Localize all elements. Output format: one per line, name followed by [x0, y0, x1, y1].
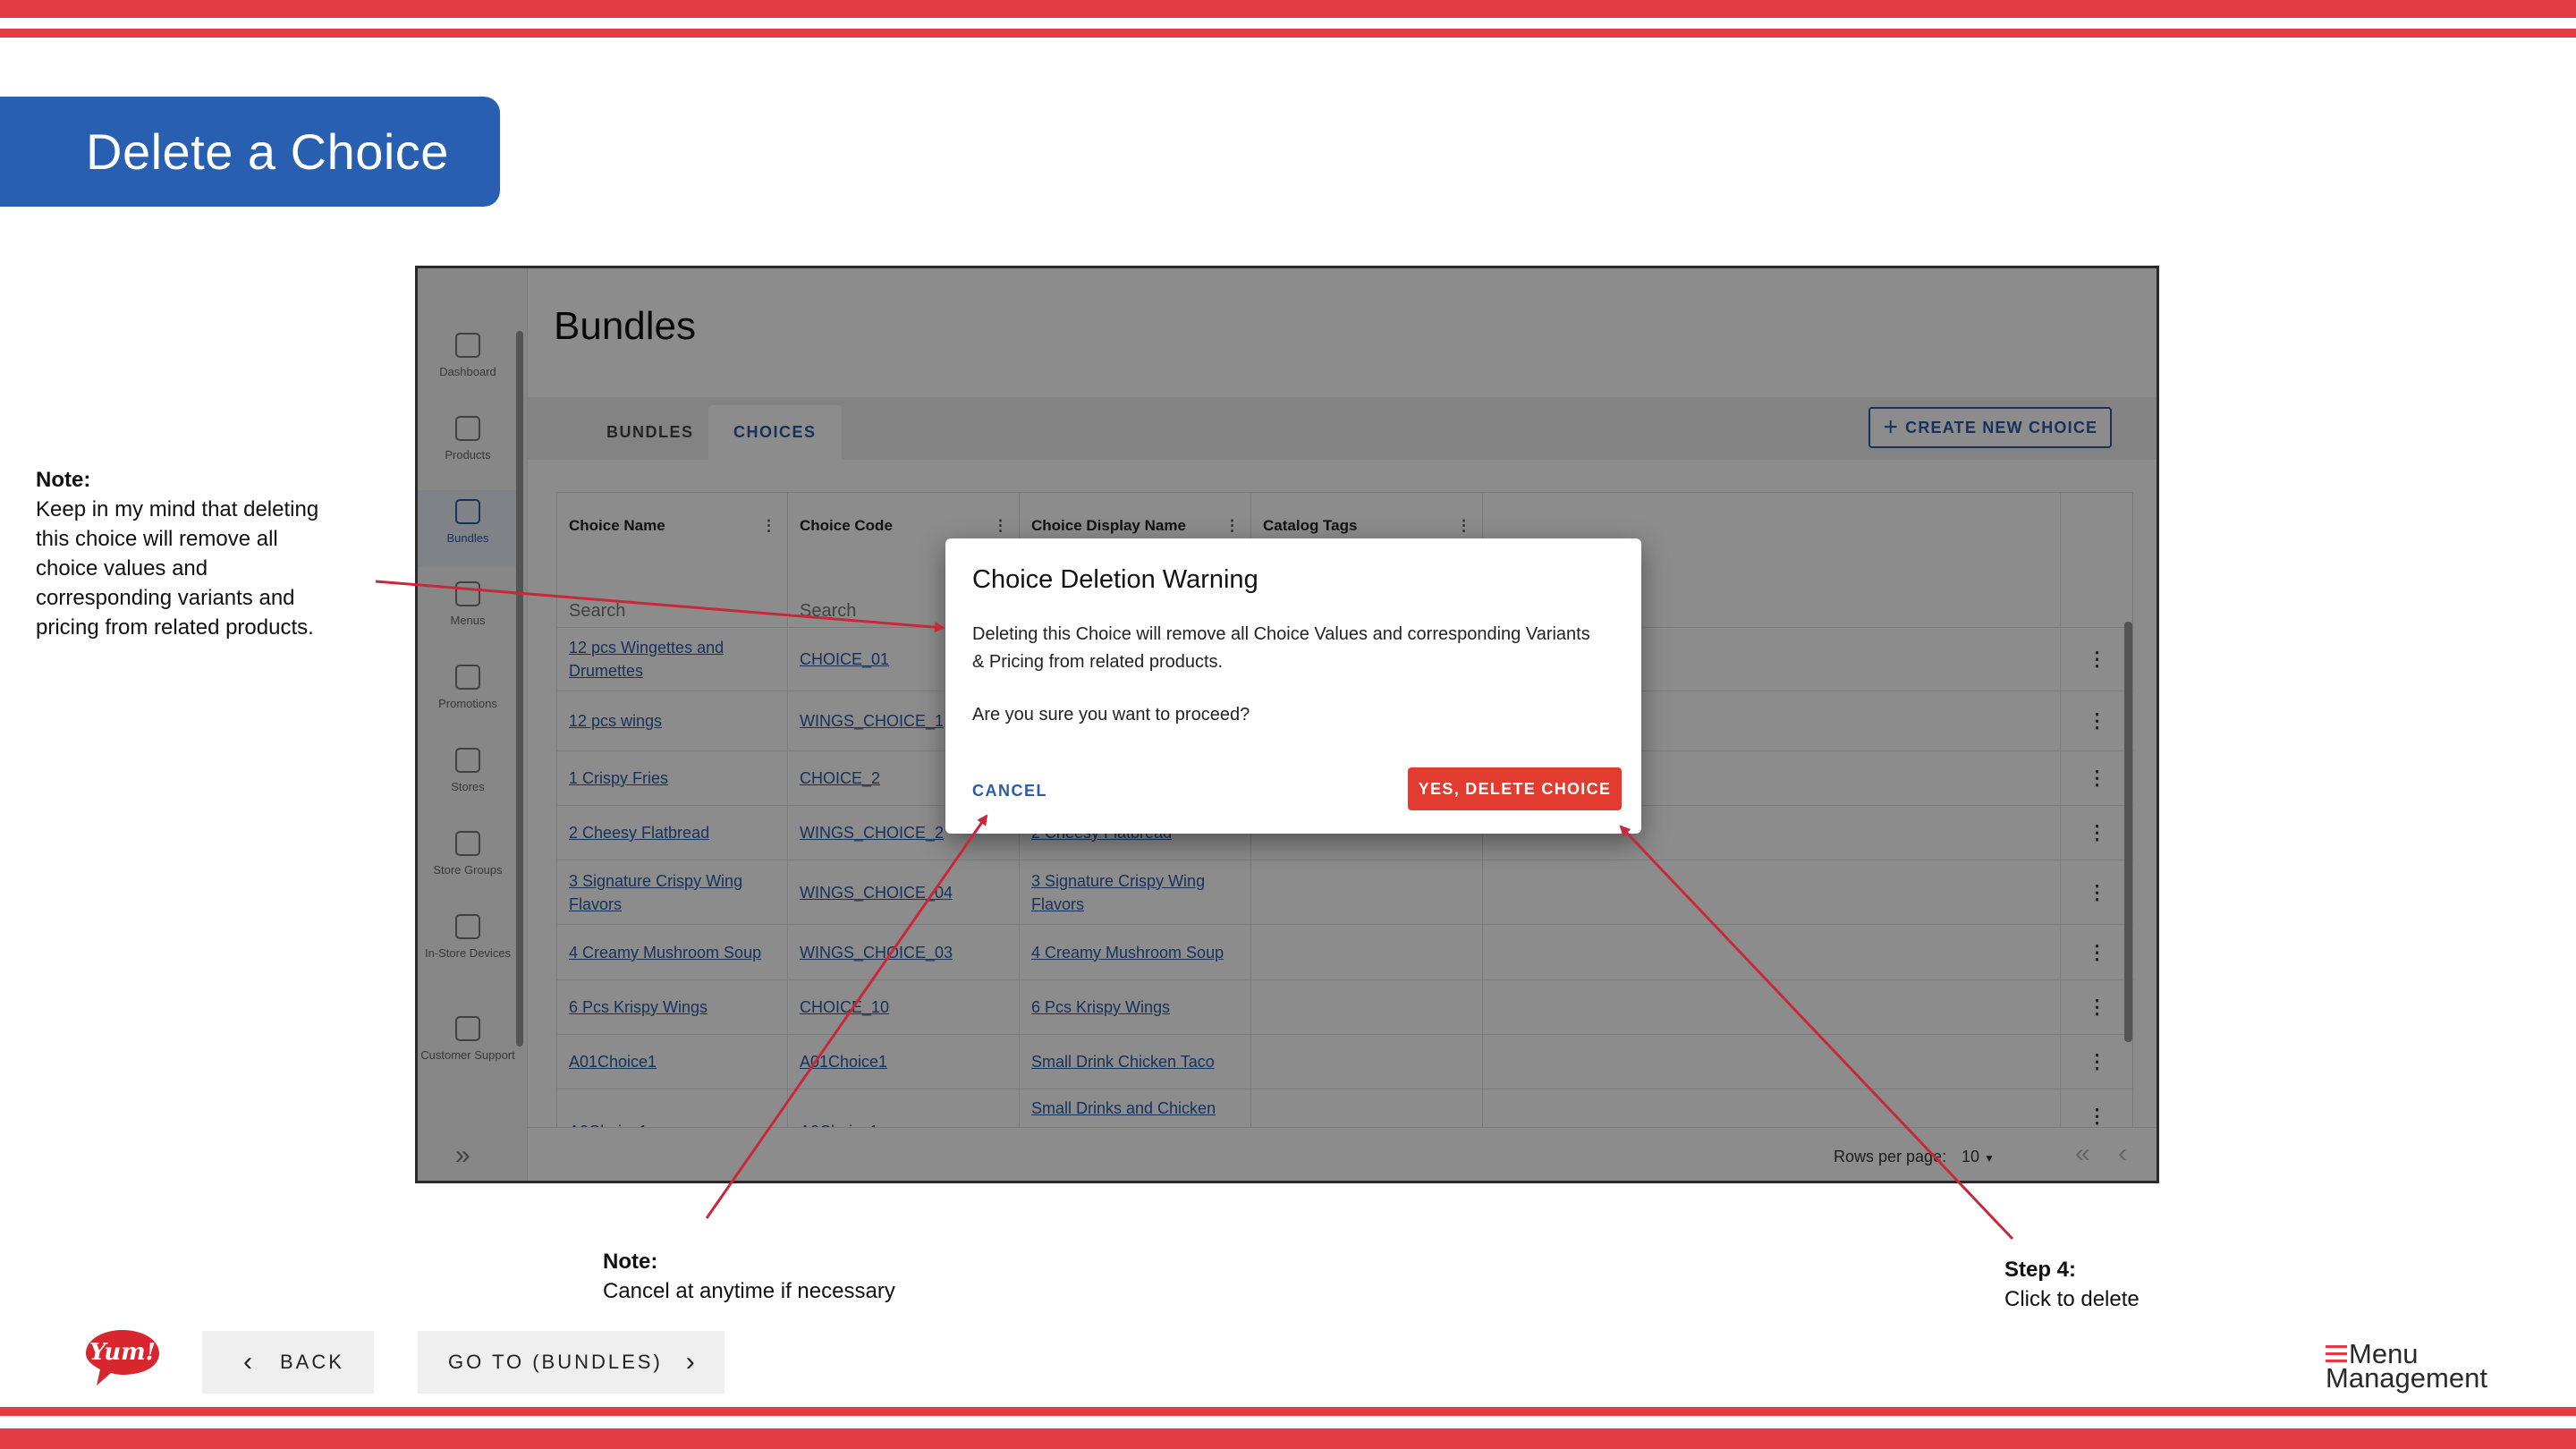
note-left: Note: Keep in my mind that deleting this… — [36, 465, 358, 642]
chevron-right-icon: › — [685, 1347, 698, 1377]
dialog-question: Are you sure you want to proceed? — [972, 705, 1250, 724]
note-left-line: pricing from related products. — [36, 615, 314, 640]
dialog-message: Deleting this Choice will remove all Cho… — [972, 624, 1590, 672]
logo-line-2: Management — [2326, 1362, 2487, 1394]
step-note: Step 4: Click to delete — [2004, 1255, 2273, 1314]
top-stripe — [0, 0, 2576, 18]
slide-title: Delete a Choice — [86, 123, 449, 180]
top-stripe-thin — [0, 29, 2576, 38]
go-to-bundles-button[interactable]: GO TO (BUNDLES) › — [418, 1331, 724, 1394]
dialog-title: Choice Deletion Warning — [972, 565, 1258, 594]
menu-management-logo: Menu Management — [2326, 1340, 2487, 1394]
slide-title-banner: Delete a Choice — [0, 97, 500, 207]
cancel-button[interactable]: CANCEL — [972, 782, 1047, 801]
note-bottom: Note: Cancel at anytime if necessary — [603, 1247, 979, 1306]
bottom-stripe-thin — [0, 1407, 2576, 1416]
app-screenshot: Dashboard Products Bundles Menus Promoti… — [415, 266, 2159, 1183]
note-left-line: corresponding variants and — [36, 586, 295, 610]
step-heading: Step 4: — [2004, 1258, 2077, 1282]
back-button[interactable]: ‹ BACK — [202, 1331, 374, 1394]
svg-text:Yum!: Yum! — [89, 1339, 156, 1366]
yum-logo: Yum! — [86, 1330, 159, 1385]
chevron-left-icon: ‹ — [243, 1347, 255, 1377]
go-to-label: GO TO (BUNDLES) — [448, 1351, 663, 1373]
note-left-heading: Note: — [36, 468, 91, 492]
note-left-line: choice values and — [36, 556, 208, 580]
logo-bars — [2326, 1345, 2347, 1367]
note-left-line: this choice will remove all — [36, 527, 278, 551]
back-label: BACK — [280, 1351, 344, 1373]
confirm-delete-button[interactable]: YES, DELETE CHOICE — [1408, 767, 1622, 810]
note-left-line: Keep in my mind that deleting — [36, 497, 319, 521]
step-text: Click to delete — [2004, 1287, 2140, 1311]
bottom-stripe — [0, 1428, 2576, 1449]
note-bottom-heading: Note: — [603, 1250, 658, 1274]
delete-choice-dialog: Choice Deletion Warning Deleting this Ch… — [945, 538, 1641, 834]
note-bottom-text: Cancel at anytime if necessary — [603, 1279, 895, 1303]
